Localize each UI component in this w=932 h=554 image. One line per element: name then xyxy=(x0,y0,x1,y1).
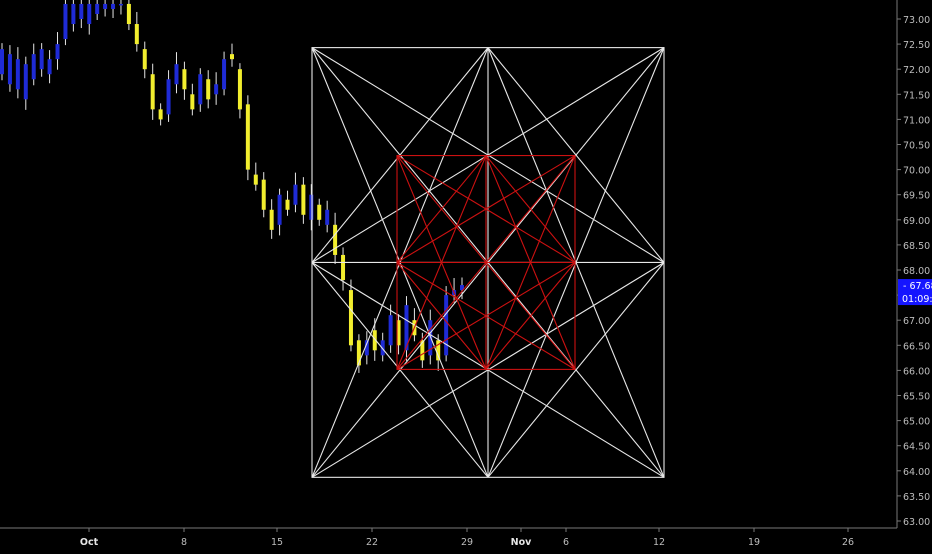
x-tick-label: 6 xyxy=(563,537,569,548)
candle-body xyxy=(261,179,266,210)
y-tick-label: 66.50 xyxy=(903,341,930,352)
candle-body xyxy=(150,74,155,110)
x-tick-label: 29 xyxy=(461,537,473,548)
candle-body xyxy=(39,49,44,70)
candle-body xyxy=(269,209,274,230)
candle-body xyxy=(55,44,60,60)
y-tick-label: 66.00 xyxy=(903,366,930,377)
y-tick-label: 67.00 xyxy=(903,316,930,327)
inner-geometry xyxy=(396,154,576,370)
y-tick-label: 65.00 xyxy=(903,417,930,428)
candle-body xyxy=(63,3,68,40)
candle-body xyxy=(174,64,179,85)
y-tick-label: 64.50 xyxy=(903,442,930,453)
candle-body xyxy=(126,3,131,25)
candle-body xyxy=(142,49,147,70)
chart-background xyxy=(0,0,932,550)
chart: 73.00 72.50 72.00 71.50 71.00 70.50 70.00 69.50… xyxy=(0,0,932,550)
candle-body xyxy=(23,64,28,100)
candle-body xyxy=(444,295,449,356)
candle-body xyxy=(214,84,219,95)
candle-body xyxy=(237,69,242,110)
last-price-label: - 67.68 xyxy=(903,281,932,292)
candle-body xyxy=(118,3,123,6)
y-tick-label: 68.00 xyxy=(903,266,930,277)
x-tick-label: 19 xyxy=(748,537,760,548)
y-tick-label: 73.00 xyxy=(903,15,930,26)
candle-body xyxy=(95,3,100,14)
candle-body xyxy=(348,290,353,346)
y-tick-label: 69.00 xyxy=(903,216,930,227)
candle-body xyxy=(198,74,203,105)
candle-body xyxy=(111,3,116,9)
y-tick-label: 72.50 xyxy=(903,40,930,51)
candle-body xyxy=(333,224,338,255)
candle-body xyxy=(134,24,139,45)
candle-body xyxy=(166,79,171,115)
candle-body xyxy=(103,3,108,9)
candle-body xyxy=(182,69,187,90)
chart-canvas: 73.00 72.50 72.00 71.50 71.00 70.50 70.00 69.50… xyxy=(0,0,932,550)
candle-body xyxy=(7,54,12,85)
candle-body xyxy=(47,59,52,75)
candle-body xyxy=(31,54,36,80)
candle-body xyxy=(79,3,84,19)
y-tick-label: 71.50 xyxy=(903,90,930,101)
y-tick-label: 70.00 xyxy=(903,166,930,177)
candle-body xyxy=(285,199,290,210)
x-tick-label: 8 xyxy=(181,537,187,548)
x-tick-label: 22 xyxy=(366,537,378,548)
candle-body xyxy=(158,109,163,120)
candle-body xyxy=(0,49,4,75)
countdown-label: 01:09:1 xyxy=(902,294,932,305)
y-tick-label: 68.50 xyxy=(903,241,930,252)
candle-body xyxy=(301,184,306,215)
y-tick-label: 70.50 xyxy=(903,141,930,152)
y-tick-label: 69.50 xyxy=(903,191,930,202)
x-tick-label: Nov xyxy=(511,537,532,548)
candle-body xyxy=(309,194,314,220)
candle-body xyxy=(222,59,227,90)
x-tick-label: 12 xyxy=(653,537,665,548)
y-tick-label: 72.00 xyxy=(903,65,930,76)
y-tick-label: 64.00 xyxy=(903,467,930,478)
candle-body xyxy=(325,209,330,225)
candle-body xyxy=(253,174,258,185)
candle-body xyxy=(341,254,346,281)
y-tick-label: 65.50 xyxy=(903,392,930,403)
candle-body xyxy=(206,79,211,100)
x-tick-label: Oct xyxy=(80,537,99,548)
y-tick-label: 63.00 xyxy=(903,517,930,528)
candle-body xyxy=(190,94,195,110)
candle-body xyxy=(71,3,76,25)
candle-body xyxy=(245,104,250,170)
candle-body xyxy=(87,3,92,25)
candle-body xyxy=(388,315,393,346)
x-tick-label: 15 xyxy=(271,537,283,548)
candle-body xyxy=(317,204,322,220)
candle-body xyxy=(277,194,282,225)
candle-body xyxy=(15,59,20,90)
x-tick-label: 26 xyxy=(842,537,854,548)
y-tick-label: 63.50 xyxy=(903,492,930,503)
candle-body xyxy=(230,54,234,60)
candle-body xyxy=(293,184,298,205)
price-tags: - 67.68 01:09:1 xyxy=(898,279,932,306)
y-tick-label: 71.00 xyxy=(903,115,930,126)
